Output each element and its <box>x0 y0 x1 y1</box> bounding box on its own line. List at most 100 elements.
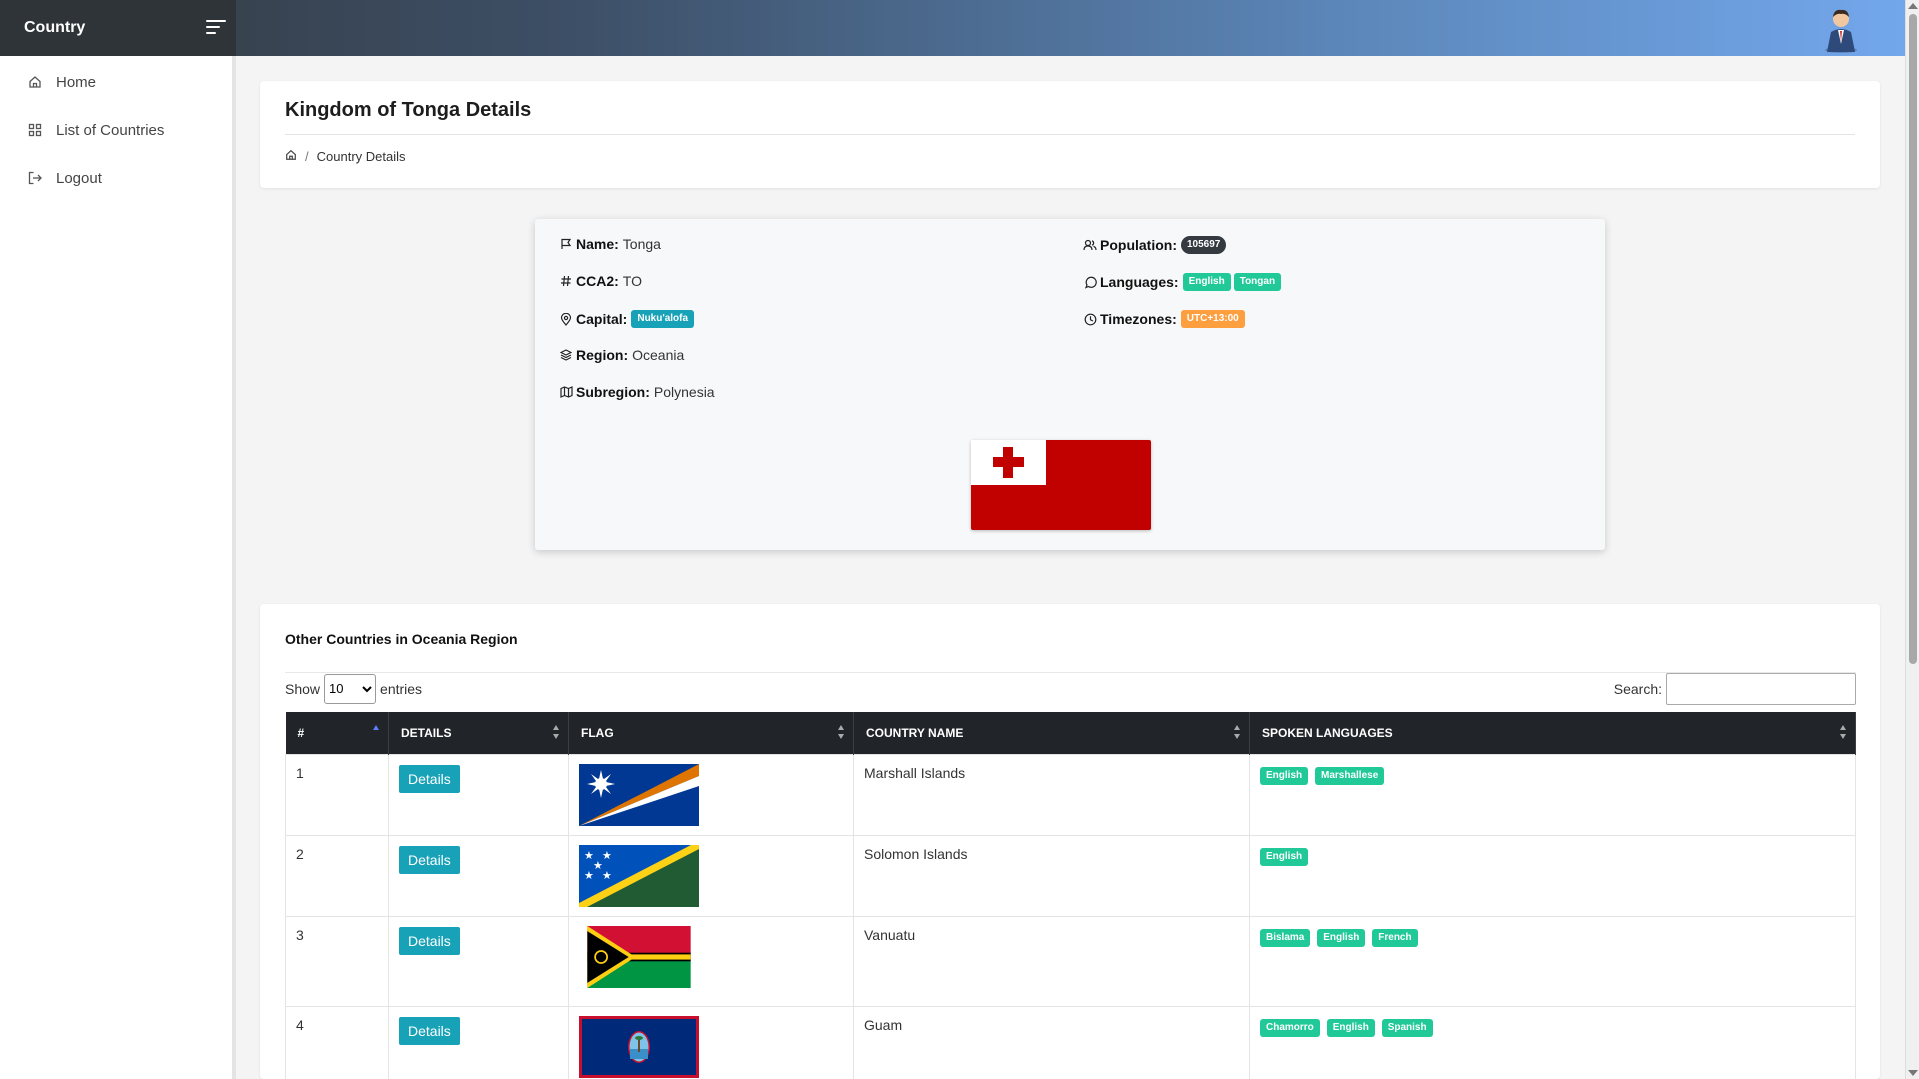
home-icon[interactable] <box>285 149 297 164</box>
language-badge: English <box>1260 766 1309 785</box>
details-cell: Details <box>388 915 569 1007</box>
vertical-scrollbar[interactable] <box>1905 0 1919 1079</box>
flag-cell <box>568 753 854 836</box>
sidebar-item-label: Home <box>56 73 97 91</box>
sidebar-item-list-of-countries[interactable]: List of Countries <box>0 106 232 154</box>
page-size-control: Show 10 entries <box>285 673 423 704</box>
population-label: Population: <box>1100 237 1177 253</box>
breadcrumb-current: Country Details <box>316 149 406 164</box>
languages-cell: Bislama English French <box>1249 915 1856 1007</box>
details-button[interactable]: Details <box>399 926 460 955</box>
column-header-number[interactable]: # <box>285 712 389 754</box>
breadcrumb: / Country Details <box>285 149 1855 164</box>
tonga-flag-image <box>971 440 1151 530</box>
subregion-field: Subregion: Polynesia <box>559 384 715 400</box>
timezones-field: Timezones: UTC+13:00 <box>1083 310 1248 328</box>
scroll-up-arrow-icon[interactable] <box>1908 3 1918 9</box>
marshall-islands-flag <box>579 763 699 826</box>
section-title: Other Countries in Oceania Region <box>285 631 518 647</box>
timezone-badge: UTC+13:00 <box>1180 310 1245 328</box>
search-label: Search: <box>1613 680 1662 697</box>
languages-cell: Chamorro English Spanish <box>1249 1005 1856 1079</box>
svg-text:★: ★ <box>602 869 612 882</box>
home-icon <box>26 73 44 91</box>
chat-icon <box>1083 275 1097 289</box>
country-name: Solomon Islands <box>853 834 1250 917</box>
column-header-flag[interactable]: FLAG <box>568 712 854 754</box>
language-badge: Marshallese <box>1315 766 1385 785</box>
cca2-value: TO <box>622 273 642 289</box>
sort-icon <box>838 725 845 739</box>
column-label: SPOKEN LANGUAGES <box>1262 725 1393 740</box>
details-cell: Details <box>388 753 569 836</box>
search-control: Search: <box>1613 672 1856 705</box>
sidebar-item-logout[interactable]: Logout <box>0 154 232 202</box>
sort-icon <box>553 725 560 739</box>
table-row: 1 Details Marshall Islands English Marsh… <box>285 753 1856 836</box>
country-name: Vanuatu <box>853 915 1250 1007</box>
name-value: Tonga <box>622 236 661 252</box>
population-badge: 105697 <box>1181 236 1227 254</box>
column-label: FLAG <box>581 725 614 740</box>
details-button[interactable]: Details <box>399 845 460 874</box>
details-cell: Details <box>388 834 569 917</box>
show-label: Show <box>285 680 321 697</box>
scroll-down-arrow-icon[interactable] <box>1908 1070 1918 1076</box>
sort-asc-icon <box>373 725 380 739</box>
logout-icon <box>26 169 44 187</box>
flag-cell <box>568 915 854 1007</box>
flag-icon <box>559 237 573 251</box>
name-field: Name: Tonga <box>559 236 661 252</box>
language-badge: English <box>1182 273 1231 291</box>
svg-text:★: ★ <box>584 869 594 882</box>
grid-icon <box>26 121 44 139</box>
country-name: Marshall Islands <box>853 753 1250 836</box>
users-icon <box>1083 238 1097 252</box>
language-badge: Tongan <box>1233 273 1282 291</box>
languages-field: Languages: English Tongan <box>1083 273 1284 291</box>
vanuatu-flag <box>587 925 691 988</box>
table-controls: Show 10 entries Search: <box>285 672 1856 705</box>
column-header-country-name[interactable]: COUNTRY NAME <box>853 712 1250 754</box>
language-badge: English <box>1260 847 1309 866</box>
brand-logo[interactable]: Country <box>0 0 236 56</box>
language-badge: Chamorro <box>1260 1018 1320 1037</box>
language-badge: French <box>1372 928 1418 947</box>
subregion-value: Polynesia <box>653 384 715 400</box>
name-label: Name: <box>576 236 619 252</box>
page-header-card: Kingdom of Tonga Details / Country Detai… <box>260 81 1880 188</box>
region-label: Region: <box>576 347 629 363</box>
search-input[interactable] <box>1666 672 1856 705</box>
region-field: Region: Oceania <box>559 347 684 363</box>
page-size-select[interactable]: 10 <box>324 673 377 704</box>
column-label: # <box>297 725 305 740</box>
column-label: DETAILS <box>401 725 452 740</box>
details-button[interactable]: Details <box>399 764 460 793</box>
language-badge: English <box>1317 928 1366 947</box>
entries-label: entries <box>380 680 423 697</box>
menu-toggle-icon[interactable] <box>206 20 226 36</box>
scrollbar-thumb[interactable] <box>1909 14 1917 664</box>
sidebar-item-home[interactable]: Home <box>0 58 232 106</box>
sidebar-item-label: List of Countries <box>56 121 165 139</box>
sort-icon <box>1840 725 1847 739</box>
languages-cell: English <box>1249 834 1856 917</box>
country-details-card: Name: Tonga CCA2: TO Capital: Nuku'alofa… <box>535 219 1605 550</box>
layers-icon <box>559 348 573 362</box>
language-badge: English <box>1326 1018 1375 1037</box>
details-button[interactable]: Details <box>399 1016 460 1045</box>
timezones-label: Timezones: <box>1100 311 1177 327</box>
column-header-spoken-languages[interactable]: SPOKEN LANGUAGES <box>1249 712 1856 754</box>
guam-flag <box>579 1015 699 1078</box>
user-avatar[interactable] <box>1817 4 1865 54</box>
details-cell: Details <box>388 1005 569 1079</box>
countries-table: # DETAILS FLAG COUNTRY NAME SPOKEN LANGU… <box>285 712 1856 1079</box>
main-content: Kingdom of Tonga Details / Country Detai… <box>240 56 1905 1079</box>
region-value: Oceania <box>632 347 685 363</box>
row-number: 1 <box>285 753 389 836</box>
languages-label: Languages: <box>1100 274 1179 290</box>
sort-icon <box>1234 725 1241 739</box>
column-header-details[interactable]: DETAILS <box>388 712 569 754</box>
flag-cell <box>568 1005 854 1079</box>
population-field: Population: 105697 <box>1083 236 1229 254</box>
